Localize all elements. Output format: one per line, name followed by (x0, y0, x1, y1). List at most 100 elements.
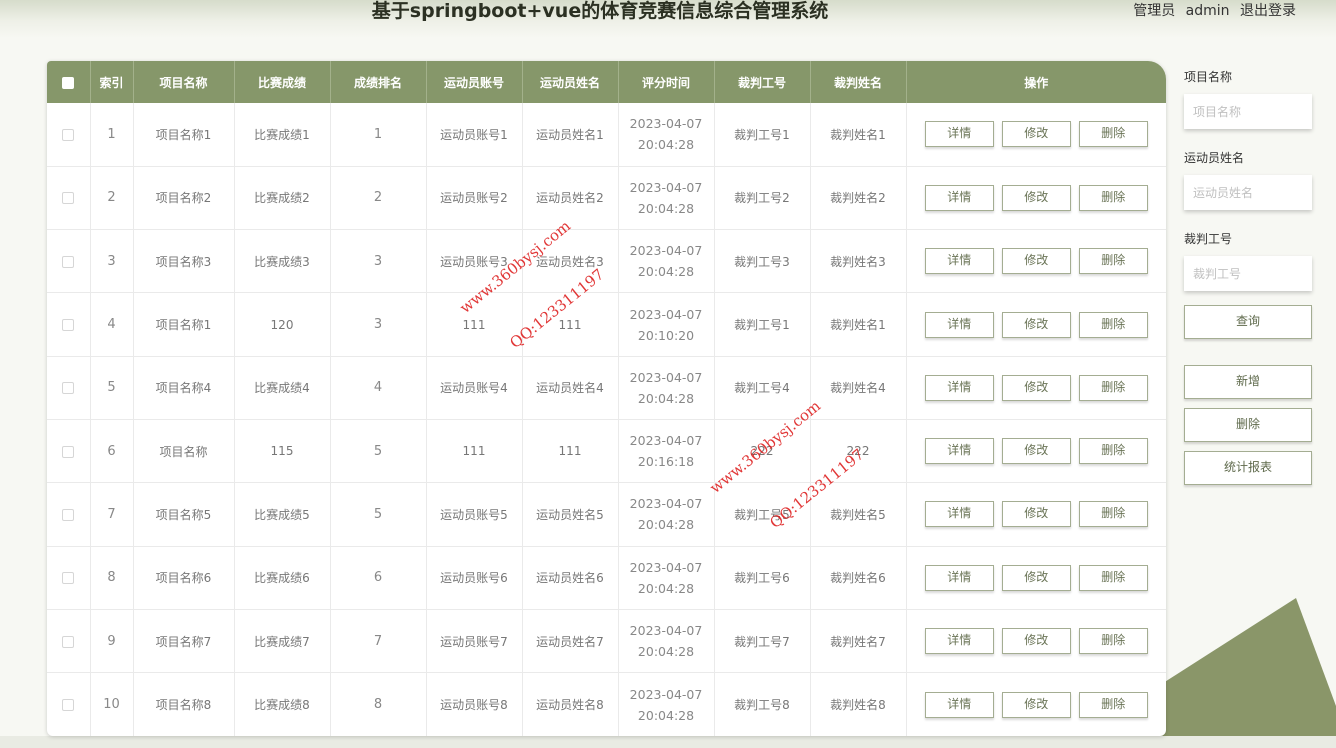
row-checkbox-icon[interactable] (62, 445, 75, 458)
table-row[interactable]: 2 项目名称2 比赛成绩2 2 运动员账号2 运动员姓名2 2023-04-07 20:04:… (47, 166, 1166, 231)
detail-button[interactable]: 详情 (924, 438, 994, 465)
detail-button[interactable]: 详情 (924, 374, 994, 401)
column-header[interactable]: 比赛成绩 (234, 61, 331, 103)
score-cell: 比赛成绩1 (234, 103, 331, 167)
select-all-header[interactable] (47, 61, 91, 103)
row-select-cell[interactable] (47, 672, 91, 736)
logout-link[interactable]: 退出登录 (1240, 3, 1296, 19)
column-header[interactable]: 裁判工号 (714, 61, 811, 103)
row-select-cell[interactable] (47, 419, 91, 484)
delete-button[interactable]: 删除 (1078, 564, 1148, 591)
detail-button[interactable]: 详情 (924, 564, 994, 591)
athlete-name-label: 运动员姓名 (1184, 151, 1245, 165)
row-checkbox-icon[interactable] (62, 382, 75, 395)
table-row[interactable]: 5 项目名称4 比赛成绩4 4 运动员账号4 运动员姓名4 2023-04-07 20:04:… (47, 356, 1166, 420)
score-date: 2023-04-07 (629, 433, 703, 449)
row-checkbox-icon[interactable] (62, 572, 75, 585)
edit-button[interactable]: 修改 (1001, 438, 1071, 465)
detail-button[interactable]: 详情 (924, 248, 994, 275)
actions-cell: 详情 修改 删除 (906, 419, 1166, 484)
score-clock: 20:04:28 (637, 580, 695, 596)
row-checkbox-icon[interactable] (62, 635, 75, 648)
edit-button[interactable]: 修改 (1001, 501, 1071, 528)
row-checkbox-icon[interactable] (62, 255, 75, 268)
query-button[interactable]: 查询 (1184, 305, 1312, 339)
row-select-cell[interactable] (47, 482, 91, 547)
score-clock: 20:04:28 (637, 517, 695, 533)
project-name-cell: 项目名称1 (133, 292, 235, 357)
column-header[interactable]: 裁判姓名 (810, 61, 907, 103)
row-index: 9 (90, 609, 134, 674)
athlete-name-cell: 运动员姓名8 (522, 672, 619, 736)
detail-button[interactable]: 详情 (924, 184, 994, 211)
athlete-name-input[interactable] (1184, 175, 1312, 210)
table-header-row: 索引 项目名称 比赛成绩 成绩排名 运动员账号 运动员姓名 评分时间 裁判工号 … (47, 61, 1166, 103)
score-clock: 20:04:28 (637, 200, 695, 216)
project-name-label: 项目名称 (1184, 70, 1233, 84)
athlete-name-cell: 运动员姓名6 (522, 546, 619, 610)
edit-button[interactable]: 修改 (1001, 184, 1071, 211)
edit-button[interactable]: 修改 (1001, 628, 1071, 655)
table-row[interactable]: 4 项目名称1 120 3 111 111 2023-04-07 20:10:20 裁判工号1 裁… (47, 292, 1166, 357)
row-select-cell[interactable] (47, 229, 91, 294)
edit-button[interactable]: 修改 (1001, 691, 1071, 718)
delete-button[interactable]: 删除 (1078, 184, 1148, 211)
row-select-cell[interactable] (47, 166, 91, 231)
actions-cell: 详情 修改 删除 (906, 229, 1166, 294)
delete-button[interactable]: 删除 (1078, 121, 1148, 148)
table-row[interactable]: 8 项目名称6 比赛成绩6 6 运动员账号6 运动员姓名6 2023-04-07 20:04:… (47, 546, 1166, 610)
row-select-cell[interactable] (47, 103, 91, 167)
edit-button[interactable]: 修改 (1001, 311, 1071, 338)
column-header[interactable]: 评分时间 (618, 61, 715, 103)
delete-button[interactable]: 删除 (1078, 691, 1148, 718)
detail-button[interactable]: 详情 (924, 501, 994, 528)
row-checkbox-icon[interactable] (62, 192, 75, 205)
delete-button[interactable]: 删除 (1078, 501, 1148, 528)
detail-button[interactable]: 详情 (924, 691, 994, 718)
row-checkbox-icon[interactable] (62, 128, 75, 141)
delete-button[interactable]: 删除 (1078, 311, 1148, 338)
table-row[interactable]: 7 项目名称5 比赛成绩5 5 运动员账号5 运动员姓名5 2023-04-07 20:04:… (47, 482, 1166, 547)
detail-button[interactable]: 详情 (924, 628, 994, 655)
column-header[interactable]: 运动员姓名 (522, 61, 619, 103)
table-row[interactable]: 3 项目名称3 比赛成绩3 3 运动员账号3 运动员姓名3 2023-04-07 20:04:… (47, 229, 1166, 294)
delete-button[interactable]: 删除 (1078, 438, 1148, 465)
column-header[interactable]: 索引 (90, 61, 134, 103)
table-row[interactable]: 9 项目名称7 比赛成绩7 7 运动员账号7 运动员姓名7 2023-04-07 20:04:… (47, 609, 1166, 674)
athlete-name-cell: 运动员姓名1 (522, 103, 619, 167)
judge-name-cell: 裁判姓名1 (810, 103, 907, 167)
column-header[interactable]: 运动员账号 (426, 61, 523, 103)
delete-button[interactable]: 删除 (1078, 374, 1148, 401)
actions-cell: 详情 修改 删除 (906, 609, 1166, 674)
edit-button[interactable]: 修改 (1001, 248, 1071, 275)
row-select-cell[interactable] (47, 292, 91, 357)
detail-button[interactable]: 详情 (924, 311, 994, 338)
delete-button[interactable]: 删除 (1078, 628, 1148, 655)
table-row[interactable]: 10 项目名称8 比赛成绩8 8 运动员账号8 运动员姓名8 2023-04-07 20:04… (47, 672, 1166, 736)
row-checkbox-icon[interactable] (62, 508, 75, 521)
detail-button[interactable]: 详情 (924, 121, 994, 148)
table-row[interactable]: 1 项目名称1 比赛成绩1 1 运动员账号1 运动员姓名1 2023-04-07 20:04:… (47, 103, 1166, 167)
select-all-checkbox-icon[interactable] (62, 76, 75, 89)
column-header[interactable]: 成绩排名 (330, 61, 427, 103)
edit-button[interactable]: 修改 (1001, 564, 1071, 591)
judge-id-input[interactable] (1184, 256, 1312, 291)
row-checkbox-icon[interactable] (62, 319, 75, 332)
score-time-cell: 2023-04-07 20:04:28 (618, 166, 715, 231)
athlete-name-cell: 111 (522, 419, 619, 484)
project-name-input[interactable] (1184, 94, 1312, 129)
row-select-cell[interactable] (47, 546, 91, 610)
athlete-account-cell: 111 (426, 419, 523, 484)
table-row[interactable]: 6 项目名称 115 5 111 111 2023-04-07 20:16:18 222 222 详… (47, 419, 1166, 484)
judge-name-cell: 裁判姓名5 (810, 482, 907, 547)
column-header[interactable]: 项目名称 (133, 61, 235, 103)
edit-button[interactable]: 修改 (1001, 374, 1071, 401)
report-button[interactable]: 统计报表 (1184, 451, 1312, 485)
row-checkbox-icon[interactable] (62, 699, 75, 712)
edit-button[interactable]: 修改 (1001, 121, 1071, 148)
row-select-cell[interactable] (47, 609, 91, 674)
add-button[interactable]: 新增 (1184, 365, 1312, 399)
delete-button[interactable]: 删除 (1078, 248, 1148, 275)
batch-delete-button[interactable]: 删除 (1184, 408, 1312, 442)
row-select-cell[interactable] (47, 356, 91, 420)
